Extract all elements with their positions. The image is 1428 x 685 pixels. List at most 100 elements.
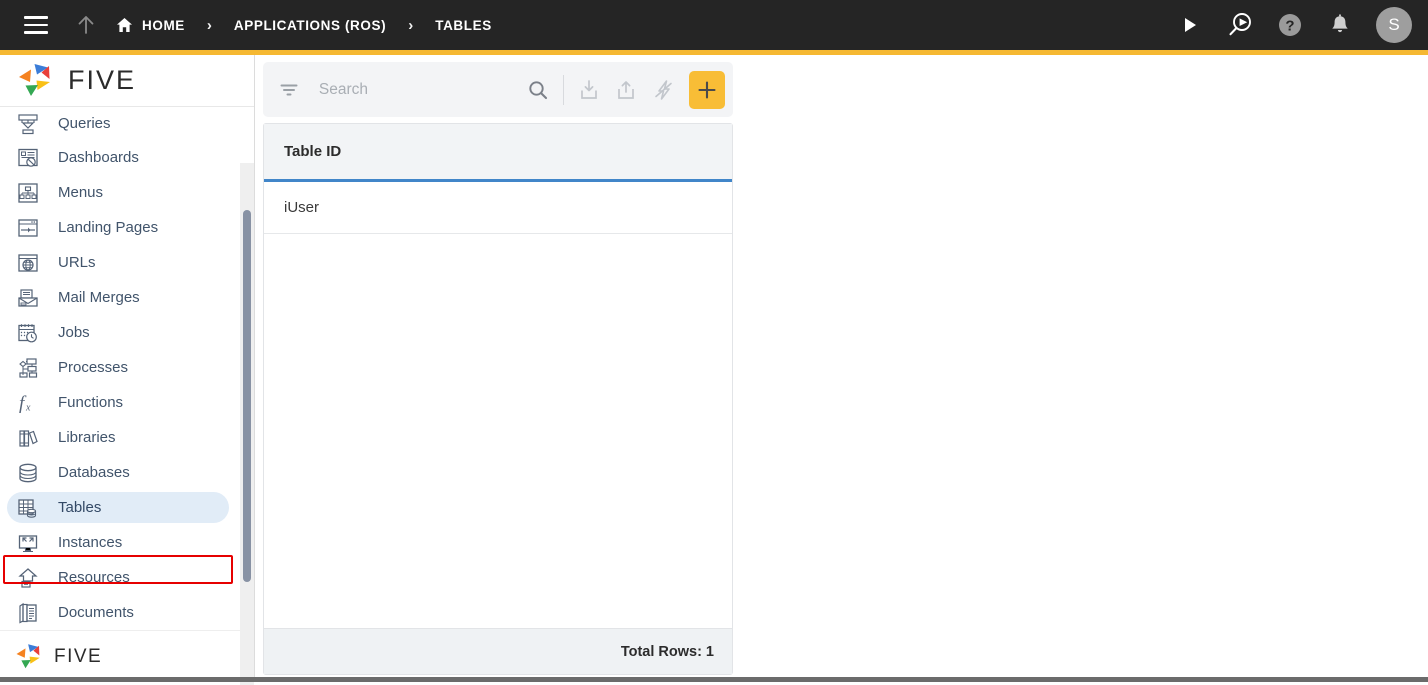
table-row[interactable]: iUser [264,182,732,234]
filter-icon[interactable] [271,71,307,109]
sidebar-logo[interactable]: FIVE [0,55,254,107]
sidebar-item-databases[interactable]: Databases [0,455,255,490]
jobs-calendar-clock-icon [12,322,44,344]
sidebar-item-libraries[interactable]: Libraries [0,420,255,455]
grid-body: iUser [264,182,732,628]
cell-table-id: iUser [284,199,319,216]
run-icon[interactable] [1168,3,1212,47]
dashboards-glyph [17,147,39,169]
sidebar-item-label: Mail Merges [58,289,140,306]
sidebar-scrollbar-thumb[interactable] [243,210,251,582]
sidebar-item-functions[interactable]: f x Functions [0,385,255,420]
sidebar-item-label: Documents [58,604,134,621]
processes-flow-icon [12,357,44,379]
question-circle-glyph: ? [1277,12,1303,38]
globe-glyph [17,252,39,274]
svg-text:x: x [25,402,31,413]
tables-grid-icon [12,497,44,519]
help-icon[interactable]: ? [1268,3,1312,47]
hamburger-line [24,24,48,27]
grid-footer: Total Rows: 1 [264,628,732,674]
column-header-table-id[interactable]: Table ID [284,143,341,160]
sidebar-item-documents[interactable]: Documents [0,595,255,629]
fx-glyph: f x [17,392,39,414]
menus-icon [12,182,44,204]
sidebar-item-label: Dashboards [58,149,139,166]
sidebar-item-queries[interactable]: Queries [0,107,255,140]
add-new-button[interactable] [689,71,725,109]
topbar-actions: ? S [1168,3,1428,47]
breadcrumb-item-applications[interactable]: APPLICATIONS (ROS) [234,18,386,33]
sidebar-item-label: Functions [58,394,123,411]
sidebar-footer-logo: FIVE [0,630,240,682]
sidebar-item-label: Processes [58,359,128,376]
landing-pages-glyph [17,217,39,239]
home-icon [116,17,133,33]
hamburger-line [24,16,48,19]
export-share-icon[interactable] [607,70,645,110]
content-area: Table ID iUser Total Rows: 1 [256,55,1428,682]
search-input[interactable] [307,81,519,99]
hamburger-menu-icon[interactable] [14,0,58,50]
lightning-bolt-icon[interactable] [645,70,683,110]
instances-glyph [17,532,39,554]
search-magnifier-icon[interactable] [519,70,557,110]
sidebar-item-urls[interactable]: URLs [0,245,255,280]
sidebar: FIVE Queries [0,55,255,682]
documents-pages-icon [12,602,44,624]
sidebar-item-label: Databases [58,464,130,481]
breadcrumb-item-tables[interactable]: TABLES [435,18,492,33]
libraries-books-icon [12,427,44,449]
user-avatar[interactable]: S [1376,7,1412,43]
sidebar-item-dashboards[interactable]: Dashboards [0,140,255,175]
debug-search-icon[interactable] [1218,3,1262,47]
sidebar-item-label: Menus [58,184,103,201]
table-glyph [17,497,39,519]
resources-upload-icon [12,567,44,589]
urls-globe-icon [12,252,44,274]
grid-toolbar [263,62,733,117]
sidebar-item-jobs[interactable]: Jobs [0,315,255,350]
flash-glyph [652,78,676,102]
functions-fx-icon: f x [12,392,44,414]
import-download-icon[interactable] [570,70,608,110]
sidebar-item-resources[interactable]: Resources [0,560,255,595]
mail-merges-icon [12,287,44,309]
sidebar-item-tables[interactable]: Tables [0,490,255,525]
sidebar-item-label: Queries [58,115,111,132]
total-rows-label: Total Rows: 1 [621,644,714,660]
sidebar-item-label: Libraries [58,429,116,446]
dashboards-icon [12,147,44,169]
queries-glyph [17,113,39,135]
notifications-bell-icon[interactable] [1318,3,1362,47]
breadcrumb: HOME › APPLICATIONS (ROS) › TABLES [116,17,492,34]
breadcrumb-separator: › [408,17,413,34]
sidebar-item-label: URLs [58,254,96,271]
resources-glyph [17,567,39,589]
sidebar-item-mail-merges[interactable]: Mail Merges [0,280,255,315]
import-glyph [578,78,600,102]
sidebar-item-menus[interactable]: Menus [0,175,255,210]
toolbar-divider [563,75,564,105]
svg-text:?: ? [1285,18,1294,35]
bell-glyph [1329,13,1351,37]
bottom-bar [0,677,1428,682]
processes-glyph [17,357,39,379]
sidebar-item-instances[interactable]: Instances [0,525,255,560]
play-triangle-glyph [1180,15,1200,35]
export-glyph [615,78,637,102]
magnifier-play-glyph [1226,11,1254,39]
jobs-glyph [17,322,39,344]
navigate-up-icon[interactable] [66,0,106,50]
sidebar-item-landing-pages[interactable]: Landing Pages [0,210,255,245]
books-glyph [17,427,39,449]
filter-glyph [278,79,300,101]
sidebar-nav-list: Queries Dashboards [0,107,255,629]
top-app-bar: HOME › APPLICATIONS (ROS) › TABLES ? [0,0,1428,50]
grid-header-row: Table ID [264,124,732,182]
arrow-up-glyph [76,14,96,36]
tables-grid: Table ID iUser Total Rows: 1 [263,123,733,675]
breadcrumb-item-home[interactable]: HOME [116,17,185,33]
landing-pages-icon [12,217,44,239]
sidebar-item-processes[interactable]: Processes [0,350,255,385]
